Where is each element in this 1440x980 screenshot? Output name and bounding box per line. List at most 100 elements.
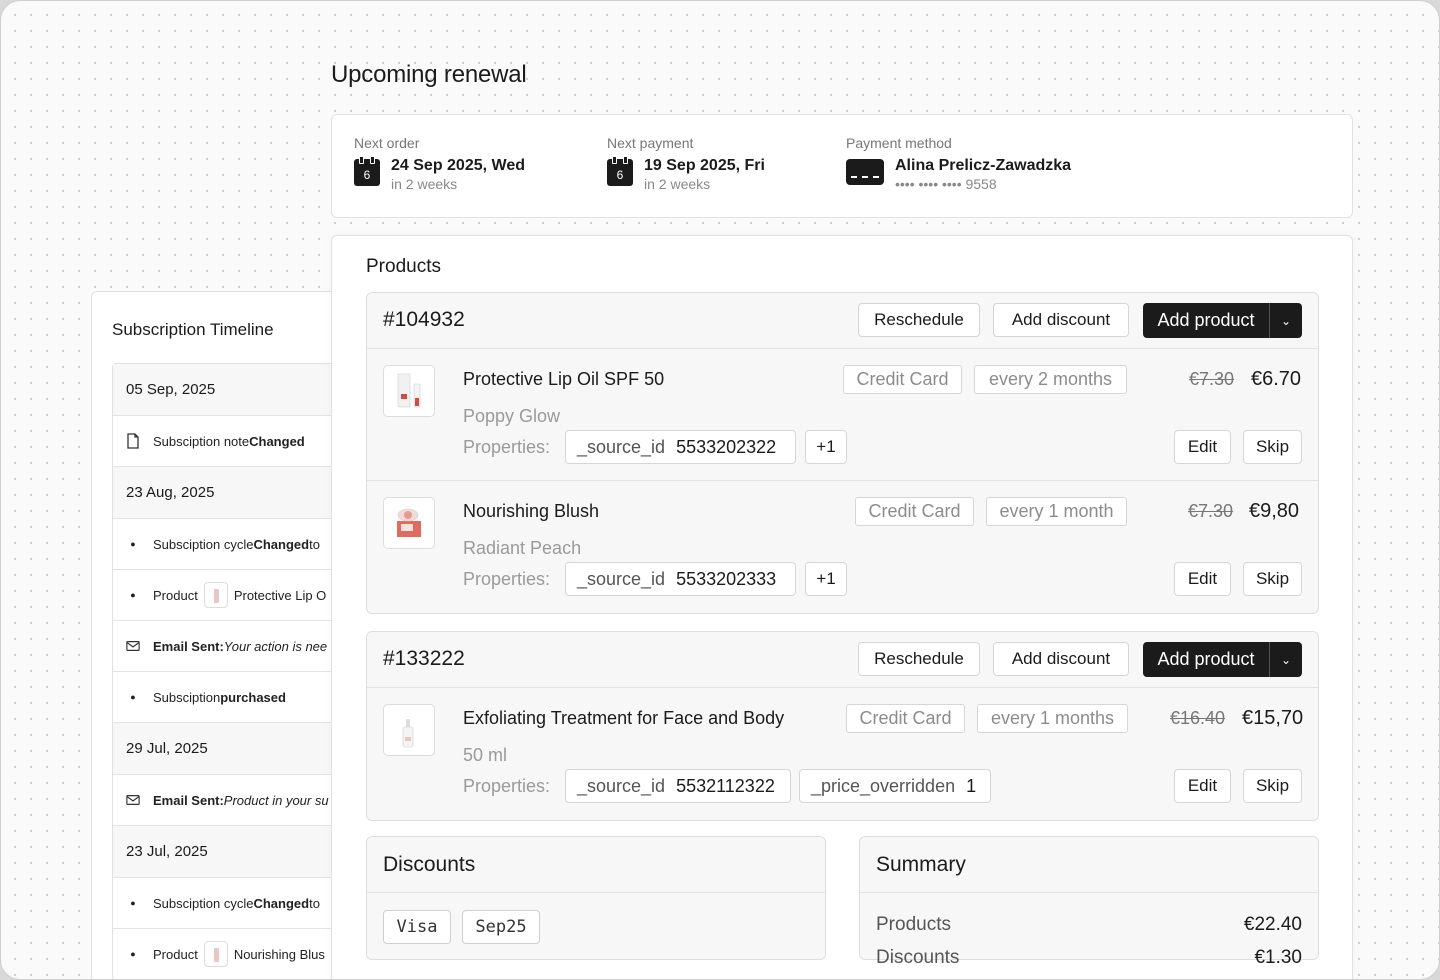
timeline-date: 29 Jul, 2025 — [113, 723, 350, 775]
reschedule-button[interactable]: Reschedule — [858, 642, 980, 676]
next-payment-info: Next payment 6 19 Sep 2025, Fri in 2 wee… — [607, 135, 765, 193]
skip-button[interactable]: Skip — [1243, 769, 1302, 803]
order-id: #104932 — [383, 308, 465, 331]
frequency-tag: every 2 months — [974, 365, 1127, 394]
next-order-info: Next order 6 24 Sep 2025, Wed in 2 weeks — [354, 135, 525, 193]
timeline-date: 05 Sep, 2025 — [113, 364, 350, 416]
payment-type-tag: Credit Card — [855, 497, 974, 526]
order-header: #133222 Reschedule Add discount Add prod… — [367, 632, 1318, 688]
next-order-label: Next order — [354, 135, 420, 151]
product-thumbnail — [203, 582, 228, 608]
bullet-icon: ● — [130, 539, 136, 549]
timeline-event: ● Subsciption cycle Changed to — [113, 878, 350, 929]
next-payment-relative: in 2 weeks — [644, 176, 711, 192]
products-title: Products — [366, 256, 441, 277]
summary-row-products: Products €22.40 — [876, 914, 1302, 936]
card-number-masked: •••• •••• •••• 9558 — [895, 176, 997, 192]
skip-button[interactable]: Skip — [1243, 562, 1302, 596]
more-properties-button[interactable]: +1 — [805, 562, 847, 596]
frequency-tag: every 1 months — [977, 704, 1128, 733]
chevron-down-icon[interactable]: ⌄ — [1269, 303, 1302, 338]
timeline-title: Subscription Timeline — [112, 320, 274, 339]
mail-icon — [126, 640, 140, 652]
order-group: #104932 Reschedule Add discount Add prod… — [366, 292, 1319, 614]
renewal-info-card: Next order 6 24 Sep 2025, Wed in 2 weeks… — [331, 114, 1353, 218]
original-price: €7.30 — [1188, 501, 1234, 521]
summary-amount: €1.30 — [1254, 947, 1302, 968]
product-name: Exfoliating Treatment for Face and Body — [463, 708, 785, 728]
next-order-relative: in 2 weeks — [391, 176, 458, 192]
timeline-event: Email Sent: Your action is nee — [113, 621, 350, 672]
timeline-list: 05 Sep, 2025 Subsciption note Changed 23 A… — [112, 363, 350, 979]
bullet-icon: ● — [130, 692, 136, 702]
property-chip: _source_id 5533202333 — [565, 562, 796, 596]
timeline-date: 23 Aug, 2025 — [113, 467, 350, 519]
product-thumbnail — [383, 704, 435, 756]
product-thumbnail — [203, 941, 228, 967]
summary-title: Summary — [860, 837, 1318, 893]
original-price: €7.30 — [1189, 369, 1235, 389]
original-price: €16.40 — [1170, 708, 1226, 728]
product-variant: Poppy Glow — [463, 406, 561, 426]
property-chip: _price_overridden 1 — [799, 769, 991, 803]
summary-row-discounts: Discounts €1.30 — [876, 947, 1302, 969]
property-chip: _source_id 5532112322 — [565, 769, 791, 803]
payment-method-info: Payment method Alina Prelicz-Zawadzka ••… — [846, 135, 1071, 193]
frequency-tag: every 1 month — [986, 497, 1127, 526]
mail-icon — [126, 794, 140, 806]
cardholder-name: Alina Prelicz-Zawadzka — [895, 157, 1072, 174]
reschedule-button[interactable]: Reschedule — [858, 303, 980, 337]
bullet-icon: ● — [130, 949, 136, 959]
add-product-label: Add product — [1157, 310, 1255, 330]
timeline-date: 23 Jul, 2025 — [113, 826, 350, 878]
product-thumbnail — [383, 497, 435, 549]
discounts-title: Discounts — [367, 837, 825, 893]
more-properties-button[interactable]: +1 — [805, 430, 847, 464]
timeline-event: Email Sent: Product in your su — [113, 775, 350, 826]
add-product-button[interactable]: Add product ⌄ — [1143, 303, 1302, 338]
page-title: Upcoming renewal — [331, 61, 527, 88]
bullet-icon: ● — [130, 590, 136, 600]
add-discount-button[interactable]: Add discount — [993, 303, 1129, 337]
properties-label: Properties: — [463, 776, 551, 796]
discounts-panel: Discounts Visa Sep25 — [366, 836, 826, 960]
summary-amount: €22.40 — [1243, 914, 1302, 935]
timeline-event: ● Subsciption purchased — [113, 672, 350, 723]
properties-label: Properties: — [463, 437, 551, 457]
summary-panel: Summary Products €22.40 Discounts €1.30 — [859, 836, 1319, 968]
next-payment-date: 19 Sep 2025, Fri — [644, 157, 765, 174]
order-id: #133222 — [383, 647, 465, 670]
timeline-event: ● Product Nourishing Blus — [113, 929, 350, 979]
note-icon — [126, 433, 140, 449]
order-group: #133222 Reschedule Add discount Add prod… — [366, 631, 1319, 821]
timeline-event: ● Product Protective Lip O — [113, 570, 350, 621]
order-header: #104932 Reschedule Add discount Add prod… — [367, 293, 1318, 349]
next-payment-label: Next payment — [607, 135, 694, 151]
payment-method-label: Payment method — [846, 135, 952, 151]
add-discount-button[interactable]: Add discount — [993, 642, 1129, 676]
calendar-icon: 6 — [607, 156, 633, 186]
add-product-button[interactable]: Add product ⌄ — [1143, 642, 1302, 677]
timeline-event: ● Subsciption cycle Changed to — [113, 519, 350, 570]
properties-label: Properties: — [463, 569, 551, 589]
subscription-timeline-panel: Subscription Timeline 05 Sep, 2025 Subsci… — [91, 291, 351, 979]
payment-type-tag: Credit Card — [843, 365, 962, 394]
product-name: Protective Lip Oil SPF 50 — [463, 369, 665, 389]
current-price: €6.70 — [1251, 368, 1302, 390]
product-thumbnail — [383, 365, 435, 417]
bullet-icon: ● — [130, 898, 136, 908]
edit-button[interactable]: Edit — [1174, 430, 1231, 464]
skip-button[interactable]: Skip — [1243, 430, 1302, 464]
edit-button[interactable]: Edit — [1174, 769, 1231, 803]
current-price: €9,80 — [1249, 500, 1300, 522]
chevron-down-icon[interactable]: ⌄ — [1269, 642, 1302, 677]
product-variant: 50 ml — [463, 745, 508, 765]
discount-code[interactable]: Sep25 — [462, 910, 540, 944]
edit-button[interactable]: Edit — [1174, 562, 1231, 596]
discount-code[interactable]: Visa — [383, 910, 451, 944]
product-row: Protective Lip Oil SPF 50 Credit Card ev… — [367, 349, 1318, 481]
add-product-label: Add product — [1157, 649, 1255, 669]
product-row: Exfoliating Treatment for Face and Body … — [367, 688, 1318, 820]
product-name: Nourishing Blush — [463, 501, 600, 521]
products-card: Products #104932 Reschedule Add discount… — [331, 235, 1353, 979]
